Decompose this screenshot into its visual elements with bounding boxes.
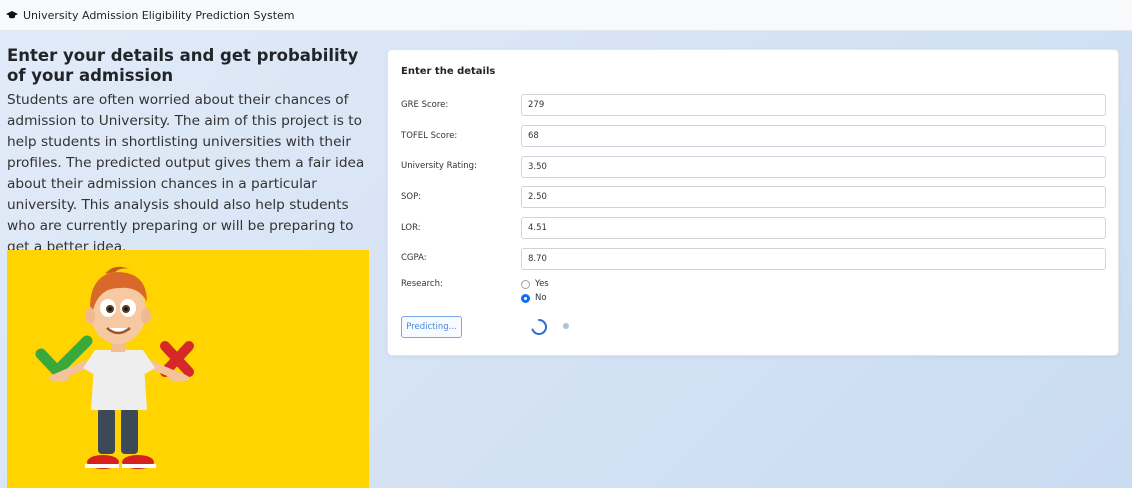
intro-headline: Enter your details and get probability o… [7,46,359,85]
research-no-radio[interactable] [521,293,530,303]
details-form-card: Enter the details GRE Score: 279 TOFEL S… [387,49,1119,356]
lor-input[interactable]: 4.51 [521,217,1106,239]
research-yes-label: Yes [535,279,549,289]
sop-input[interactable]: 2.50 [521,186,1106,208]
loading-dot-icon [563,323,569,329]
predict-button[interactable]: Predicting... [401,316,462,338]
intro-section: Enter your details and get probability o… [7,46,372,258]
graduation-cap-icon [6,9,18,21]
gre-score-input[interactable]: 279 [521,94,1106,116]
intro-description: Students are often worried about their c… [7,92,365,255]
university-rating-input[interactable]: 3.50 [521,156,1106,178]
research-yes-radio[interactable] [521,279,530,289]
tofel-score-label: TOFEL Score: [401,131,458,141]
research-option-no[interactable]: No [521,293,547,303]
admission-illustration [7,250,369,488]
research-no-label: No [535,293,547,303]
research-label: Research: [401,279,443,289]
top-navbar: University Admission Eligibility Predict… [0,0,1132,31]
sop-label: SOP: [401,192,422,202]
loading-spinner-icon [531,318,548,335]
cgpa-input[interactable]: 8.70 [521,248,1106,270]
gre-score-label: GRE Score: [401,100,449,110]
cgpa-label: CGPA: [401,253,427,263]
lor-label: LOR: [401,223,421,233]
university-rating-label: University Rating: [401,161,477,171]
tofel-score-input[interactable]: 68 [521,125,1106,147]
app-title: University Admission Eligibility Predict… [23,8,295,22]
form-title: Enter the details [401,66,496,77]
research-option-yes[interactable]: Yes [521,279,549,289]
